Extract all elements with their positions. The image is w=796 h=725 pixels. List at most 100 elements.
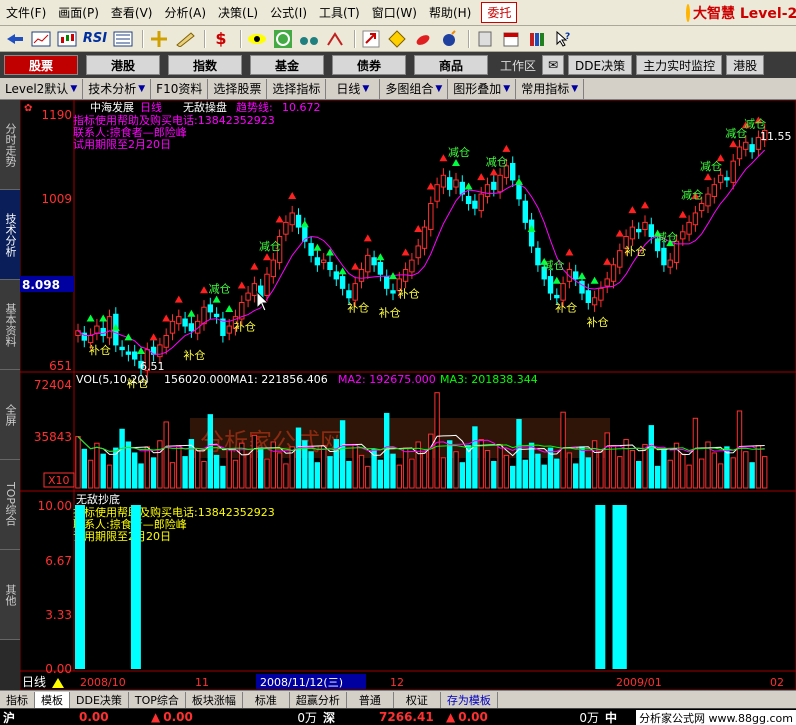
volume-bar <box>358 454 365 489</box>
books-icon[interactable] <box>526 29 548 49</box>
entrust-button[interactable]: 委托 <box>481 2 518 23</box>
tab-normal[interactable]: 普通 <box>347 691 394 708</box>
volume-bar <box>390 453 396 489</box>
tab-funds[interactable]: 基金 <box>250 55 324 75</box>
diamond-icon[interactable] <box>386 29 408 49</box>
candle-body <box>717 174 724 183</box>
menu-formula[interactable]: 公式(I) <box>264 4 313 21</box>
arrow-up-icon[interactable] <box>360 29 382 49</box>
volume-bar <box>743 451 749 489</box>
level2-default-dropdown[interactable]: Level2默认 ▼ <box>0 78 84 99</box>
save-template-button[interactable]: 存为模板 <box>441 691 498 708</box>
technical-analysis-dropdown[interactable]: 技术分析 ▼ <box>83 78 152 99</box>
volume-bar <box>755 445 762 489</box>
sell-arrow-marker <box>212 295 221 303</box>
rsi-icon[interactable]: RSI <box>82 29 108 49</box>
common-indicator-dropdown[interactable]: 常用指标 ▼ <box>516 78 585 99</box>
f10-info-button[interactable]: F10资料 <box>151 78 209 99</box>
candle-body <box>705 193 711 207</box>
tab-time-sharing[interactable]: 分时走势 <box>0 100 20 190</box>
menu-window[interactable]: 窗口(W) <box>366 4 423 21</box>
indicator2-contact-phone: 指标使用帮助及购买电话:13842352923 <box>73 505 275 519</box>
low-price-label: 6.51 <box>140 360 165 373</box>
menu-help[interactable]: 帮助(H) <box>423 4 477 21</box>
minute-chart-icon[interactable] <box>30 29 52 49</box>
tab-template[interactable]: 模板 <box>35 691 70 708</box>
select-stock-button[interactable]: 选择股票 <box>208 78 268 99</box>
footer-link[interactable]: 分析家公式网 www.88gg.com <box>636 710 796 725</box>
tab-commodities[interactable]: 商品 <box>414 55 488 75</box>
candle-body <box>132 351 138 360</box>
kline-chart[interactable]: 分析家公式网 1190 1009 8.098 651 ✿ 中海发展 日线 无敌操… <box>20 100 796 690</box>
menu-view[interactable]: 查看(V) <box>105 4 159 21</box>
volume-bar <box>251 434 258 489</box>
tab-standard[interactable]: 标准 <box>243 691 290 708</box>
refresh-icon[interactable] <box>272 29 294 49</box>
indicator-icon[interactable] <box>112 29 134 49</box>
back-icon[interactable] <box>4 29 26 49</box>
zhong-index[interactable]: 中 <box>602 709 624 725</box>
volume-bar <box>339 420 346 489</box>
volume-bar <box>554 458 560 489</box>
volume-bar <box>144 446 150 489</box>
candle-body <box>749 144 755 153</box>
tab-sector-gain[interactable]: 板块涨幅 <box>186 691 243 708</box>
crosshair-icon[interactable] <box>148 29 170 49</box>
volume-bar <box>100 453 106 489</box>
candlestick-series <box>75 123 768 378</box>
tab-super-win[interactable]: 超赢分析 <box>290 691 347 708</box>
tab-fullscreen[interactable]: 全屏 <box>0 370 20 460</box>
binoculars-icon[interactable] <box>298 29 320 49</box>
select-indicator-button[interactable]: 选择指标 <box>267 78 327 99</box>
help-pointer-icon[interactable]: ? <box>552 29 574 49</box>
notebook-icon[interactable] <box>474 29 496 49</box>
main-force-monitor-button[interactable]: 主力实时监控 <box>636 55 723 75</box>
tab-dde-decision[interactable]: DDE决策 <box>70 691 129 708</box>
chili-icon[interactable] <box>412 29 434 49</box>
tab-top-overview[interactable]: TOP综合 <box>0 460 20 550</box>
calendar-icon[interactable] <box>500 29 522 49</box>
menu-analysis[interactable]: 分析(A) <box>158 4 212 21</box>
tab-bonds[interactable]: 债券 <box>332 55 406 75</box>
candle-body <box>629 226 636 240</box>
tab-technical-analysis[interactable]: 技术分析 <box>0 190 20 280</box>
shenzhen-index[interactable]: 深 7266.41 <box>320 709 440 725</box>
volume-bar <box>610 445 617 489</box>
eye-icon[interactable] <box>246 29 268 49</box>
candle-body <box>547 276 554 294</box>
multi-chart-dropdown[interactable]: 多图组合 ▼ <box>380 78 449 99</box>
volume-bar <box>453 451 459 489</box>
indicator-name: 无敌操盘 <box>183 100 227 114</box>
kline-chart-icon[interactable] <box>56 29 78 49</box>
shanghai-index[interactable]: 沪 0.00 <box>0 709 145 725</box>
tab-hk-stocks[interactable]: 港股 <box>86 55 160 75</box>
bull-icon[interactable] <box>324 29 346 49</box>
volume-bar <box>440 457 447 489</box>
workspace-mail-icon[interactable]: ✉ <box>542 55 565 75</box>
menu-decision[interactable]: 决策(L) <box>212 4 264 21</box>
dropdown-arrow-icon: ▼ <box>70 83 78 94</box>
bomb-icon[interactable] <box>438 29 460 49</box>
period-dropdown[interactable]: 日线 ▼ <box>326 78 381 99</box>
tab-stocks[interactable]: 股票 <box>4 55 78 75</box>
tab-other[interactable]: 其他 <box>0 550 20 640</box>
tab-index[interactable]: 指数 <box>168 55 242 75</box>
tab-top-overview-bottom[interactable]: TOP综合 <box>129 691 186 708</box>
overlay-dropdown[interactable]: 图形叠加 ▼ <box>448 78 517 99</box>
dde-decision-button[interactable]: DDE决策 <box>568 55 633 75</box>
tab-indicator[interactable]: 指标 <box>0 691 35 708</box>
svg-text:?: ? <box>565 32 570 42</box>
menu-file[interactable]: 文件(F) <box>0 4 52 21</box>
dollar-icon[interactable]: $ <box>210 29 232 49</box>
menu-tools[interactable]: 工具(T) <box>313 4 366 21</box>
settings-icon[interactable]: ✿ <box>24 103 32 114</box>
tab-warrant[interactable]: 权证 <box>394 691 441 708</box>
tab-basic-info[interactable]: 基本资料 <box>0 280 20 370</box>
volume-bar <box>132 452 138 489</box>
volume-bar <box>762 456 768 489</box>
volume-bar <box>623 439 629 489</box>
indicator2-axis-label: 3.33 <box>45 608 72 622</box>
hk-stocks-button[interactable]: 港股 <box>726 55 765 75</box>
ruler-icon[interactable] <box>174 29 196 49</box>
menu-screen[interactable]: 画面(P) <box>52 4 105 21</box>
